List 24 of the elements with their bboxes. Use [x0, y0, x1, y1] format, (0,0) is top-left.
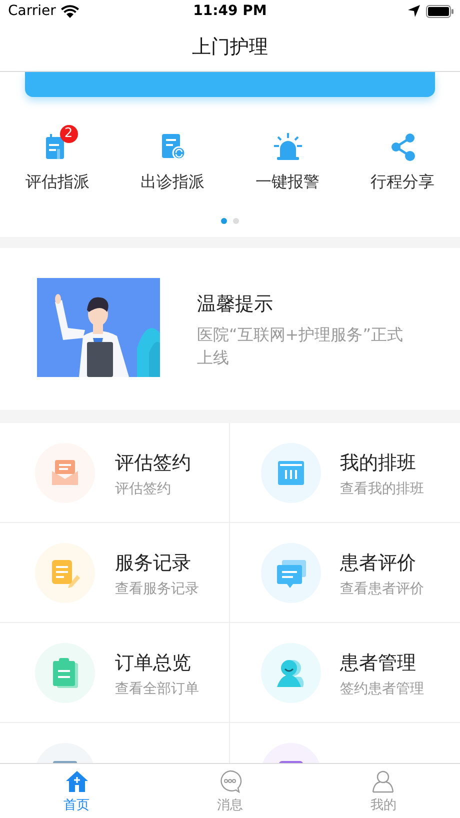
page-dot[interactable]: [233, 218, 239, 224]
location-arrow-icon: [408, 5, 420, 17]
notice-title: 温馨提示: [197, 292, 274, 316]
page-dot[interactable]: [221, 218, 227, 224]
battery-icon: [426, 4, 454, 18]
quick-action[interactable]: 一键报警: [230, 123, 345, 193]
alarm-light-icon: [272, 132, 302, 162]
menu-item[interactable]: 服务记录 查看服务记录: [0, 523, 230, 623]
chat-bubble-icon: [218, 768, 242, 792]
quick-action[interactable]: 出诊指派: [115, 123, 230, 193]
quick-action[interactable]: 2 评估指派: [0, 123, 115, 193]
menu-item[interactable]: 订单总览 查看全部订单: [0, 623, 230, 723]
home-icon: [64, 768, 89, 792]
tab[interactable]: 首页: [0, 764, 154, 818]
carrier-label: Carrier: [8, 3, 56, 19]
notice-text: 医院“互联网+护理服务”正式上线: [197, 324, 404, 368]
page-title: 上门护理: [192, 34, 268, 60]
count-badge: 2: [60, 125, 78, 143]
task-button[interactable]: [25, 72, 435, 97]
quick-action[interactable]: 行程分享: [345, 123, 460, 193]
person-icon: [371, 768, 396, 792]
wifi-icon: [60, 4, 79, 18]
clock-time: 11:49 PM: [193, 3, 267, 19]
menu-item[interactable]: 评估签约 评估签约: [0, 423, 230, 523]
